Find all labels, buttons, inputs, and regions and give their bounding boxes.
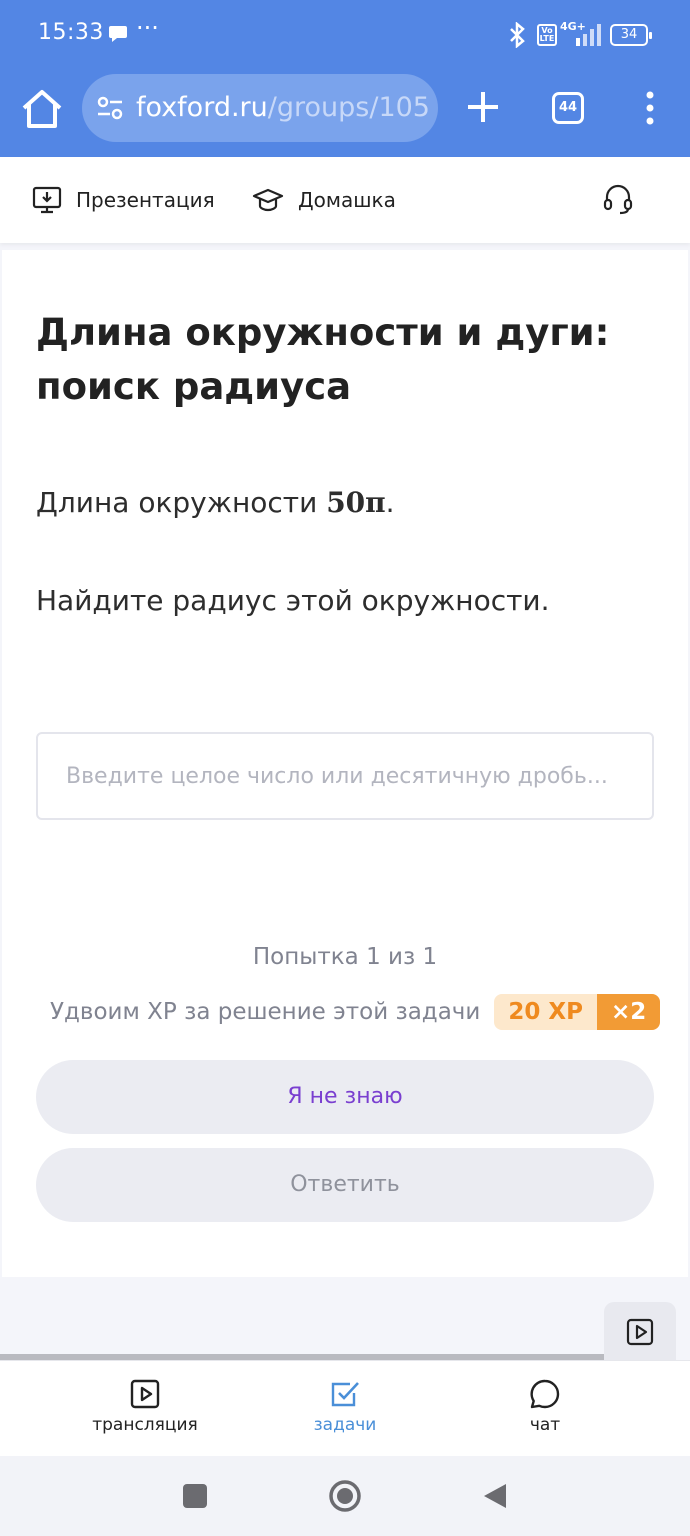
- back-triangle-icon[interactable]: [482, 1482, 508, 1510]
- xp-bonus-label: Удвоим XP за решение этой задачи: [50, 999, 481, 1025]
- bluetooth-icon: [510, 22, 525, 48]
- download-presentation-icon: [32, 186, 62, 214]
- play-square-icon: [626, 1318, 654, 1346]
- message-notification-icon: [109, 26, 127, 42]
- presentation-label: Презентация: [76, 188, 215, 212]
- recent-apps-icon[interactable]: [183, 1484, 207, 1508]
- url-text: foxford.ru/groups/105: [136, 92, 430, 123]
- dont-know-button[interactable]: Я не знаю: [36, 1060, 654, 1134]
- browser-header: 15:33 ··· Vo LTE 4G+ 34 foxford.ru/group…: [0, 0, 690, 157]
- xp-bonus-row: Удвоим XP за решение этой задачи 20 XP ×…: [50, 994, 661, 1030]
- tab-tasks[interactable]: задачи: [245, 1379, 445, 1435]
- signal-icon: [576, 24, 601, 46]
- presentation-link[interactable]: Презентация: [32, 183, 215, 217]
- system-navigation-bar: [0, 1456, 690, 1536]
- floating-stream-button[interactable]: [604, 1302, 676, 1362]
- support-headset-icon[interactable]: [602, 183, 634, 215]
- tab-chat-label: чат: [529, 1415, 561, 1435]
- home-circle-icon[interactable]: [328, 1479, 362, 1513]
- site-settings-icon[interactable]: [96, 96, 124, 120]
- submit-answer-button[interactable]: Ответить: [36, 1148, 654, 1222]
- chat-bubble-icon: [530, 1379, 560, 1409]
- status-time: 15:33: [38, 20, 104, 45]
- battery-icon: 34: [610, 24, 652, 46]
- overflow-menu-icon[interactable]: [640, 90, 660, 126]
- homework-label: Домашка: [298, 188, 396, 212]
- question-line-2: Найдите радиус этой окружности.: [36, 584, 550, 617]
- task-title: Длина окружности и дуги: поиск радиуса: [36, 311, 610, 408]
- tab-stream-label: трансляция: [92, 1415, 198, 1435]
- address-bar[interactable]: foxford.ru/groups/105: [82, 74, 438, 142]
- tab-chat[interactable]: чат: [445, 1379, 645, 1435]
- homework-link[interactable]: Домашка: [252, 183, 396, 217]
- xp-multiplier: ×2: [596, 994, 661, 1030]
- status-bar: 15:33 ··· Vo LTE 4G+ 34: [0, 0, 690, 70]
- checkbox-icon: [331, 1382, 359, 1407]
- play-square-icon: [130, 1379, 160, 1409]
- xp-badge: 20 XP ×2: [494, 994, 661, 1030]
- task-card: Длина окружности и дуги: поиск радиуса Д…: [2, 250, 688, 1277]
- more-notifications-icon: ···: [136, 14, 159, 42]
- volte-icon: Vo LTE: [537, 24, 557, 46]
- new-tab-icon[interactable]: [466, 90, 500, 124]
- tab-tasks-label: задачи: [313, 1415, 377, 1435]
- lesson-nav: Презентация Домашка: [0, 157, 690, 243]
- answer-input[interactable]: [36, 732, 654, 820]
- tab-stream[interactable]: трансляция: [45, 1379, 245, 1435]
- home-icon[interactable]: [20, 88, 64, 130]
- question-line-1: Длина окружности 50π.: [36, 486, 395, 519]
- bottom-tab-bar: трансляция задачи чат: [0, 1360, 690, 1456]
- graduation-cap-icon: [252, 188, 284, 212]
- xp-value: 20 XP: [494, 994, 597, 1030]
- browser-toolbar: foxford.ru/groups/105 44: [0, 70, 690, 157]
- tabs-count-button[interactable]: 44: [552, 92, 584, 124]
- question-math: 50π: [326, 486, 386, 519]
- attempt-counter: Попытка 1 из 1: [252, 944, 438, 970]
